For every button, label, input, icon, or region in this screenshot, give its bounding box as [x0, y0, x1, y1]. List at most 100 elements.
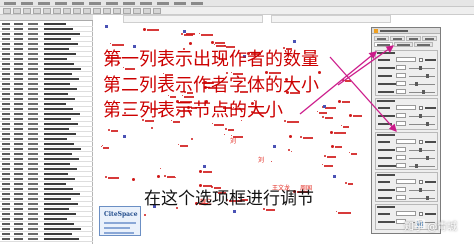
dialog-tab[interactable] [414, 42, 433, 47]
author-node[interactable] [190, 138, 193, 141]
toolbar-button[interactable] [103, 8, 111, 14]
cluster-node[interactable] [293, 40, 296, 43]
option-slider[interactable] [409, 116, 435, 117]
toolbar-button[interactable] [93, 8, 101, 14]
slider-thumb[interactable] [415, 164, 418, 168]
author-node[interactable] [322, 116, 325, 119]
dialog-tab[interactable] [406, 36, 421, 41]
dialog-tab[interactable] [390, 36, 405, 41]
option-select[interactable] [396, 105, 416, 110]
cluster-node[interactable] [333, 175, 336, 178]
author-node[interactable] [340, 124, 342, 126]
menu-item[interactable] [189, 0, 205, 7]
option-select[interactable] [396, 179, 416, 184]
author-node[interactable] [198, 33, 200, 35]
option-select[interactable] [396, 139, 416, 144]
author-node[interactable] [348, 152, 350, 154]
option-checkbox[interactable] [419, 58, 423, 62]
author-node[interactable] [331, 144, 335, 148]
toolbar-button[interactable] [143, 8, 151, 14]
author-node[interactable] [329, 130, 333, 134]
slider-thumb[interactable] [419, 66, 422, 70]
author-node[interactable] [299, 135, 302, 138]
option-spinner[interactable] [396, 89, 406, 94]
option-slider[interactable] [409, 68, 435, 69]
author-node[interactable] [160, 168, 162, 170]
toolbar-button[interactable] [113, 8, 121, 14]
slider-thumb[interactable] [426, 74, 429, 78]
option-slider[interactable] [409, 166, 435, 167]
toolbar-button[interactable] [33, 8, 41, 14]
menu-item[interactable] [2, 0, 18, 7]
cluster-node[interactable] [105, 25, 108, 28]
author-node[interactable] [101, 144, 103, 146]
option-spinner[interactable] [396, 73, 406, 78]
author-node[interactable] [288, 135, 292, 139]
author-node[interactable] [265, 71, 269, 75]
author-node[interactable] [337, 99, 341, 103]
author-node[interactable] [284, 120, 287, 123]
table-row[interactable] [0, 237, 93, 242]
author-node[interactable] [198, 183, 202, 187]
option-spinner[interactable] [396, 81, 406, 86]
option-spinner[interactable] [396, 187, 406, 192]
menu-item[interactable] [104, 0, 120, 7]
toolbar-button[interactable] [3, 8, 11, 14]
author-node[interactable] [163, 175, 166, 178]
toolbar-button[interactable] [73, 8, 81, 14]
menu-item[interactable] [19, 0, 35, 7]
author-node[interactable] [110, 42, 112, 44]
menu-item[interactable] [172, 0, 188, 7]
toolbar-button[interactable] [63, 8, 71, 14]
cluster-node[interactable] [123, 135, 126, 138]
menu-item[interactable] [155, 0, 171, 7]
author-node[interactable] [321, 164, 323, 166]
toolbar-button[interactable] [83, 8, 91, 14]
cluster-node[interactable] [183, 30, 186, 33]
cluster-node[interactable] [323, 105, 326, 108]
option-spinner[interactable] [396, 155, 406, 160]
author-node[interactable] [342, 79, 345, 82]
cluster-node[interactable] [273, 145, 276, 148]
author-node[interactable] [287, 148, 290, 151]
option-slider[interactable] [409, 158, 435, 159]
slider-thumb[interactable] [419, 114, 422, 118]
author-node[interactable] [348, 113, 352, 117]
toolbar-button[interactable] [133, 8, 141, 14]
author-node[interactable] [189, 42, 191, 44]
author-node[interactable] [143, 214, 146, 217]
author-node[interactable] [271, 161, 273, 163]
cluster-node[interactable] [133, 45, 136, 48]
option-slider[interactable] [409, 76, 435, 77]
cluster-node[interactable] [203, 165, 206, 168]
option-spinner[interactable] [396, 65, 406, 70]
author-node[interactable] [223, 44, 225, 46]
author-node[interactable] [105, 176, 108, 179]
dialog-tab[interactable] [374, 36, 389, 41]
option-checkbox[interactable] [419, 212, 423, 216]
menu-item[interactable] [53, 0, 69, 7]
control-panel-dialog[interactable] [371, 27, 441, 234]
author-node[interactable] [231, 135, 233, 137]
slider-thumb[interactable] [419, 188, 422, 192]
author-node[interactable] [132, 177, 136, 181]
author-node[interactable] [225, 71, 228, 74]
author-node[interactable] [142, 27, 146, 31]
option-spinner[interactable] [396, 147, 406, 152]
option-checkbox[interactable] [419, 180, 423, 184]
slider-thumb[interactable] [422, 90, 425, 94]
cluster-node[interactable] [233, 210, 236, 213]
menu-item[interactable] [70, 0, 86, 7]
toolbar-button[interactable] [43, 8, 51, 14]
author-node[interactable] [157, 175, 161, 179]
slider-thumb[interactable] [426, 156, 429, 160]
author-node[interactable] [178, 143, 180, 145]
option-spinner[interactable] [396, 163, 406, 168]
option-slider[interactable] [409, 150, 435, 151]
author-node[interactable] [151, 127, 154, 130]
author-table[interactable] [0, 15, 93, 244]
toolbar-button[interactable] [23, 8, 31, 14]
option-checkbox[interactable] [419, 106, 423, 110]
option-spinner[interactable] [396, 113, 406, 118]
option-checkbox[interactable] [419, 140, 423, 144]
